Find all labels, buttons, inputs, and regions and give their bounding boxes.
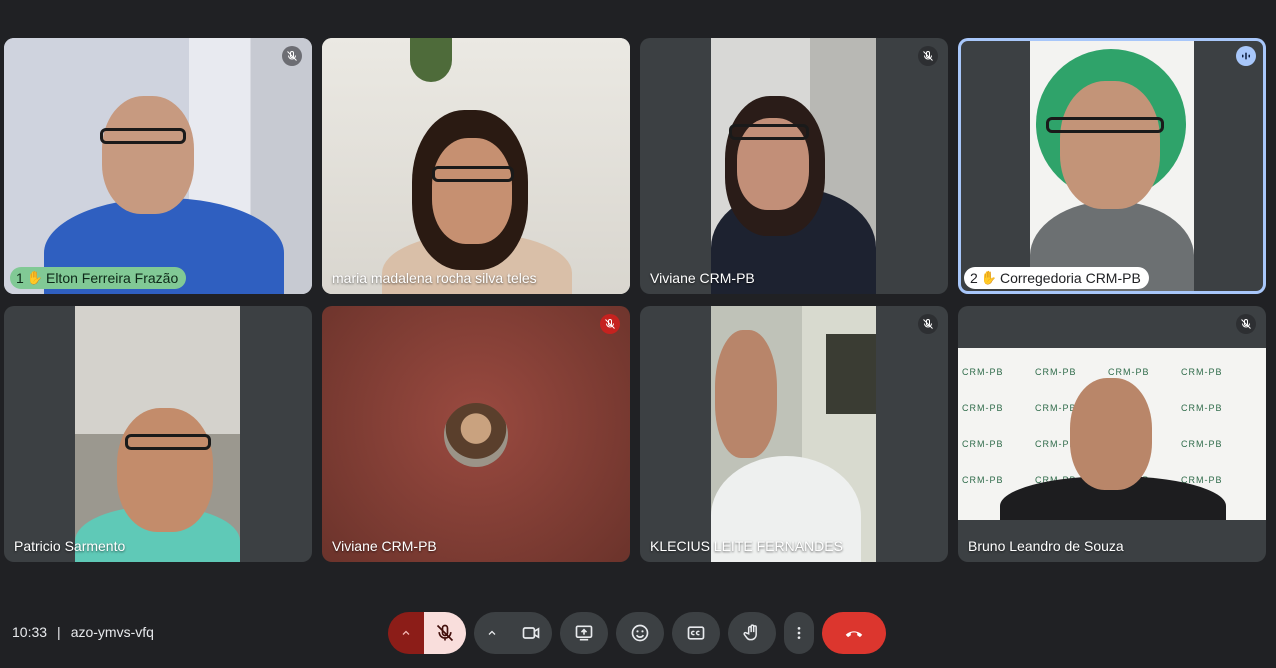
- mic-toggle-button[interactable]: [424, 612, 466, 654]
- participant-name: Viviane CRM-PB: [332, 538, 437, 554]
- speaking-indicator: [1236, 46, 1256, 66]
- participant-name: Elton Ferreira Frazão: [45, 270, 179, 286]
- participant-name: Corregedoria CRM-PB: [999, 270, 1141, 286]
- mic-control-group: [388, 612, 466, 654]
- person-glasses: [100, 128, 186, 144]
- mic-off-icon: [1241, 318, 1251, 329]
- participant-video: [711, 306, 876, 562]
- present-screen-icon: [575, 625, 593, 641]
- muted-indicator: [918, 46, 938, 66]
- participant-name: Bruno Leandro de Souza: [968, 538, 1124, 554]
- video-options-button[interactable]: [474, 612, 510, 654]
- participant-video: [4, 38, 312, 294]
- hand-raised-icon: ✋: [980, 270, 997, 285]
- person-head: [1060, 81, 1160, 209]
- participant-grid: 1 ✋ Elton Ferreira Frazão maria madalena…: [4, 38, 1268, 562]
- more-vert-icon: [797, 627, 801, 639]
- more-options-button[interactable]: [784, 612, 814, 654]
- participant-tile[interactable]: Patricio Sarmento: [4, 306, 312, 562]
- emoji-icon: [631, 624, 649, 642]
- mic-off-icon: [287, 50, 297, 61]
- camera-icon: [522, 627, 540, 639]
- participant-tile[interactable]: 1 ✋ Elton Ferreira Frazão: [4, 38, 312, 294]
- person-glasses: [432, 166, 514, 182]
- person-glasses: [1046, 117, 1164, 133]
- person-glasses: [729, 124, 809, 140]
- camera-control-group: [474, 612, 552, 654]
- participant-tile[interactable]: CRM-PB CRM-PB CRM-PB CRM-PB CRM-PB CRM-P…: [958, 306, 1266, 562]
- person-glasses: [125, 434, 211, 450]
- participant-tile[interactable]: KLECIUS LEITE FERNANDES: [640, 306, 948, 562]
- end-call-icon: [845, 631, 863, 638]
- window-decoration: [826, 334, 876, 414]
- muted-indicator: [1236, 314, 1256, 334]
- chevron-up-icon: [488, 630, 496, 635]
- audio-options-button[interactable]: [388, 612, 424, 654]
- participant-tile[interactable]: Viviane CRM-PB: [640, 38, 948, 294]
- participant-video: [1030, 41, 1194, 291]
- captions-button[interactable]: [672, 612, 720, 654]
- mic-off-icon: [605, 318, 615, 329]
- participant-name: maria madalena rocha silva teles: [332, 270, 537, 286]
- person-head: [102, 96, 194, 214]
- hand-count: 1: [16, 270, 24, 286]
- call-controls: [388, 612, 886, 654]
- meeting-code: azo-ymvs-vfq: [70, 624, 154, 640]
- participant-video: [322, 38, 630, 294]
- meeting-time: 10:33: [12, 624, 48, 640]
- leave-call-button[interactable]: [822, 612, 886, 654]
- participant-name-pill: 2 ✋ Corregedoria CRM-PB: [964, 267, 1149, 289]
- bottom-toolbar: 10:33 | azo-ymvs-vfq: [0, 600, 1276, 668]
- participant-video: [711, 38, 876, 294]
- participant-avatar: [444, 403, 508, 467]
- hand-count: 2: [970, 270, 978, 286]
- meeting-separator: |: [57, 624, 61, 640]
- person-head: [715, 330, 777, 458]
- participant-tile[interactable]: maria madalena rocha silva teles: [322, 38, 630, 294]
- chevron-up-icon: [402, 630, 410, 635]
- participant-name: Viviane CRM-PB: [650, 270, 755, 286]
- participant-name: Patricio Sarmento: [14, 538, 126, 554]
- person-head: [1070, 378, 1152, 490]
- participant-video: CRM-PB CRM-PB CRM-PB CRM-PB CRM-PB CRM-P…: [958, 348, 1266, 520]
- hand-raised-icon: ✋: [26, 270, 43, 285]
- participant-tile[interactable]: Viviane CRM-PB: [322, 306, 630, 562]
- participant-tile-active[interactable]: 2 ✋ Corregedoria CRM-PB: [958, 38, 1266, 294]
- muted-indicator: [282, 46, 302, 66]
- audio-wave-icon: [1242, 52, 1250, 60]
- hand-raised-icon: [743, 624, 757, 641]
- muted-indicator: [600, 314, 620, 334]
- mic-off-icon: [923, 50, 933, 61]
- meeting-info: 10:33 | azo-ymvs-vfq: [12, 624, 154, 640]
- present-screen-button[interactable]: [560, 612, 608, 654]
- muted-indicator: [918, 314, 938, 334]
- emoji-reaction-button[interactable]: [616, 612, 664, 654]
- person-head: [117, 408, 213, 532]
- captions-icon: [687, 626, 705, 640]
- plant-decoration: [410, 38, 452, 82]
- raise-hand-button[interactable]: [728, 612, 776, 654]
- participant-name-pill: 1 ✋ Elton Ferreira Frazão: [10, 267, 187, 289]
- participant-name: KLECIUS LEITE FERNANDES: [650, 538, 843, 554]
- mic-off-icon: [923, 318, 933, 329]
- camera-toggle-button[interactable]: [510, 612, 552, 654]
- person-head: [432, 138, 512, 244]
- mic-off-icon: [436, 624, 454, 642]
- participant-video: [75, 306, 240, 562]
